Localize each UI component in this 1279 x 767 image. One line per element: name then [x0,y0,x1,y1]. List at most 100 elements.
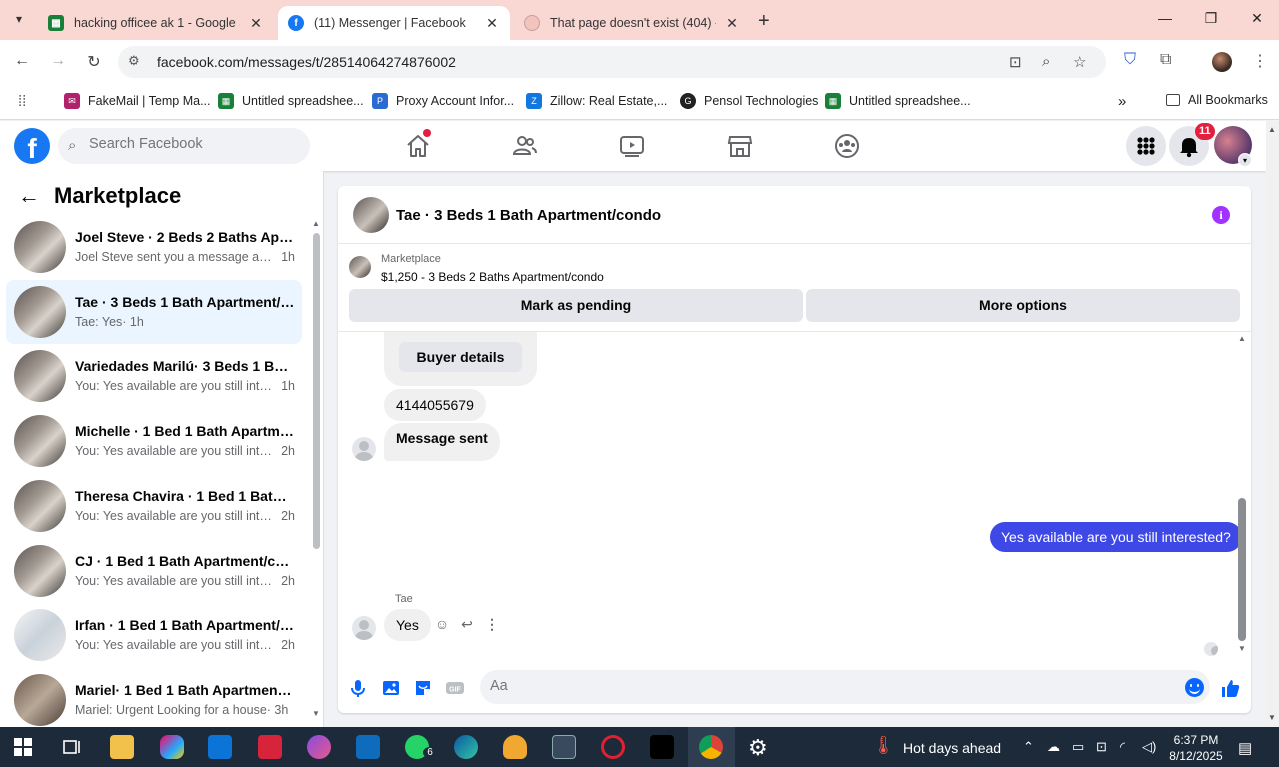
microsoft-store-icon[interactable] [208,735,232,759]
conversation-item[interactable]: Joel Steve · 2 Beds 2 Baths Apartment/co… [6,215,302,279]
bookmark-pensol[interactable]: G Pensol Technologies [680,93,818,109]
close-window-button[interactable]: ✕ [1247,10,1267,27]
buyer-details-button[interactable]: Buyer details [399,342,522,372]
marketplace-icon[interactable] [727,133,753,159]
tab-google-sheets[interactable]: ▦ hacking officee ak 1 - Google Sh ✕ [38,6,274,40]
reply-icon[interactable]: ↩ [458,616,476,633]
windows-start-icon[interactable] [11,735,35,759]
url-text[interactable]: facebook.com/messages/t/2851406427487600… [157,54,456,70]
microphone-icon[interactable] [347,677,369,699]
scroll-thumb[interactable] [1238,498,1246,641]
more-actions-icon[interactable]: ⋮ [483,616,501,633]
conversation-item[interactable]: Irfan · 1 Bed 1 Bath Apartment/condo You… [6,603,302,667]
close-tab-icon[interactable]: ✕ [248,15,264,32]
close-tab-icon[interactable]: ✕ [724,15,740,32]
install-app-icon[interactable]: ⊡ [1009,53,1022,71]
bookmark-proxy[interactable]: P Proxy Account Infor... [372,93,514,109]
zoom-icon[interactable]: ⌕ [1042,53,1050,70]
tab-404[interactable]: That page doesn't exist (404) - F ✕ [514,6,750,40]
chevron-down-icon[interactable]: ▾ [1238,153,1252,167]
video-icon[interactable] [619,133,645,159]
scroll-thumb[interactable] [313,233,320,549]
new-tab-button[interactable]: + [758,10,770,33]
notification-center-icon[interactable]: ▤ [1238,739,1252,757]
chat-scrollbar[interactable]: ▲ ▼ [1237,334,1247,654]
conversation-item[interactable]: Mariel· 1 Bed 1 Bath Apartment/condo Mar… [6,668,302,732]
menu-grid-button[interactable] [1126,126,1166,166]
volume-icon[interactable]: ◁) [1142,739,1156,755]
search-input[interactable] [89,136,299,152]
tiktok-icon[interactable] [650,735,674,759]
groups-icon[interactable] [834,133,860,159]
address-bar[interactable]: ⚙ facebook.com/messages/t/28514064274876… [118,46,1106,78]
settings-gear-icon[interactable]: ⚙ [748,735,772,760]
scroll-down-icon[interactable]: ▼ [1238,644,1246,653]
edge-icon[interactable] [454,735,478,759]
message-bubble[interactable]: Message sent [384,423,500,461]
message-bubble[interactable]: 4144055679 [384,389,486,421]
file-explorer-icon[interactable] [110,735,134,759]
profile-avatar[interactable] [1212,52,1232,72]
weather-text[interactable]: Hot days ahead [903,740,1001,756]
scroll-up-icon[interactable]: ▲ [312,219,320,228]
display-icon[interactable]: ⊡ [1096,739,1107,755]
opera-icon[interactable] [601,735,625,759]
sticker-icon[interactable] [412,677,434,699]
chrome-icon[interactable] [699,735,723,759]
mark-as-pending-button[interactable]: Mark as pending [349,289,803,322]
page-scrollbar[interactable]: ▲ ▼ [1266,121,1279,727]
react-emoji-icon[interactable]: ☺ [433,616,451,632]
back-arrow-icon[interactable]: ← [18,183,40,209]
message-bubble[interactable]: Yes [384,609,431,641]
conversation-item-active[interactable]: Tae · 3 Beds 1 Bath Apartment/condo Tae:… [6,280,302,344]
medal-app-icon[interactable] [503,735,527,759]
info-icon[interactable]: i [1212,206,1230,224]
vpn-app-icon[interactable] [552,735,576,759]
message-input[interactable] [490,678,1170,694]
scroll-up-icon[interactable]: ▲ [1268,125,1276,134]
back-icon[interactable]: ← [12,52,32,70]
reload-icon[interactable]: ↻ [84,52,104,72]
task-view-icon[interactable] [60,735,84,759]
close-tab-icon[interactable]: ✕ [484,15,500,32]
show-hidden-icons[interactable]: ⌃ [1023,739,1034,755]
outgoing-message-bubble[interactable]: Yes available are you still interested? [990,522,1242,552]
conversation-item[interactable]: CJ · 1 Bed 1 Bath Apartment/condo You: Y… [6,539,302,603]
all-bookmarks[interactable]: All Bookmarks [1166,93,1268,107]
apps-icon[interactable]: ⁞⁞ [18,93,26,110]
forward-icon[interactable]: → [48,52,68,70]
wifi-icon[interactable]: ◜ [1120,739,1125,755]
gif-icon[interactable]: GIF [444,677,466,699]
menu-icon[interactable]: ⋮ [1252,51,1268,71]
tab-messenger[interactable]: f (11) Messenger | Facebook ✕ [278,6,510,40]
emoji-icon[interactable] [1185,678,1204,697]
bookmark-star-icon[interactable]: ☆ [1073,53,1086,71]
minimize-button[interactable]: — [1155,10,1175,26]
photo-icon[interactable] [380,677,402,699]
friends-icon[interactable] [512,133,538,159]
conversation-item[interactable]: Michelle · 1 Bed 1 Bath Apartment/condo … [6,409,302,473]
system-clock[interactable]: 6:37 PM 8/12/2025 [1166,732,1226,764]
bookmark-fakemail[interactable]: ✉ FakeMail | Temp Ma... [64,93,211,109]
facebook-logo[interactable]: f [14,128,50,164]
chat-title[interactable]: Tae · 3 Beds 1 Bath Apartment/condo [396,207,661,224]
conversation-list-scrollbar[interactable]: ▲ ▼ [311,219,321,719]
chat-avatar[interactable] [353,197,389,233]
conversation-item[interactable]: Theresa Chavira · 1 Bed 1 Bath Apartment… [6,474,302,538]
battery-icon[interactable]: ▭ [1072,739,1084,755]
browser-app-icon[interactable] [307,735,331,759]
bookmark-spreadsheet-1[interactable]: ▦ Untitled spreadshee... [218,93,364,109]
facebook-search[interactable]: ⌕ [58,128,310,164]
shield-extension-icon[interactable]: ⛉ [1124,51,1136,69]
bookmark-spreadsheet-2[interactable]: ▦ Untitled spreadshee... [825,93,971,109]
scroll-down-icon[interactable]: ▼ [1268,713,1276,722]
cloud-icon[interactable]: ☁ [1047,739,1060,755]
video-editor-icon[interactable] [258,735,282,759]
extensions-icon[interactable]: ⧉ [1160,51,1171,69]
scroll-down-icon[interactable]: ▼ [312,709,320,718]
tab-search-button[interactable]: ▾ [8,8,30,30]
outlook-icon[interactable] [356,735,380,759]
site-info-icon[interactable]: ⚙ [128,53,140,69]
more-options-button[interactable]: More options [806,289,1240,322]
copilot-icon[interactable] [160,735,184,759]
